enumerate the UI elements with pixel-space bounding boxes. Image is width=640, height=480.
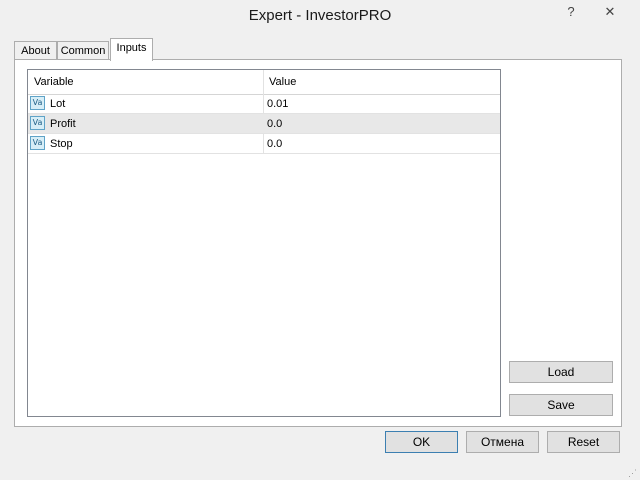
ok-button[interactable]: OK — [385, 431, 458, 453]
close-icon: ✕ — [604, 4, 616, 19]
load-button[interactable]: Load — [509, 361, 613, 383]
close-button[interactable]: ✕ — [595, 2, 625, 22]
column-header-variable[interactable]: Variable — [34, 76, 74, 88]
inputs-table: Variable Value Va Lot 0.01 Va Profit 0.0… — [27, 69, 501, 417]
variable-name: Profit — [50, 118, 76, 130]
variable-value[interactable]: 0.01 — [267, 98, 288, 110]
help-button[interactable]: ? — [557, 2, 585, 22]
table-row[interactable]: Va Profit 0.0 — [28, 114, 500, 134]
variable-icon: Va — [30, 136, 45, 150]
save-button[interactable]: Save — [509, 394, 613, 416]
table-row[interactable]: Va Stop 0.0 — [28, 134, 500, 154]
help-icon: ? — [567, 4, 575, 19]
variable-icon: Va — [30, 96, 45, 110]
table-header: Variable Value — [28, 70, 500, 95]
variable-value[interactable]: 0.0 — [267, 118, 282, 130]
cancel-button[interactable]: Отмена — [466, 431, 539, 453]
table-row[interactable]: Va Lot 0.01 — [28, 94, 500, 114]
variable-value[interactable]: 0.0 — [267, 138, 282, 150]
tab-about[interactable]: About — [14, 41, 57, 59]
variable-name: Stop — [50, 138, 73, 150]
column-header-value[interactable]: Value — [269, 76, 296, 88]
tab-inputs[interactable]: Inputs — [110, 38, 153, 61]
variable-icon: Va — [30, 116, 45, 130]
reset-button[interactable]: Reset — [547, 431, 620, 453]
inputs-panel: Variable Value Va Lot 0.01 Va Profit 0.0… — [14, 59, 622, 427]
resize-grip-icon[interactable]: ⋰ — [628, 468, 638, 478]
title-bar: Expert - InvestorPRO ? ✕ — [0, 0, 640, 32]
variable-name: Lot — [50, 98, 66, 110]
window-title: Expert - InvestorPRO — [248, 7, 392, 24]
tab-common[interactable]: Common — [57, 41, 109, 59]
